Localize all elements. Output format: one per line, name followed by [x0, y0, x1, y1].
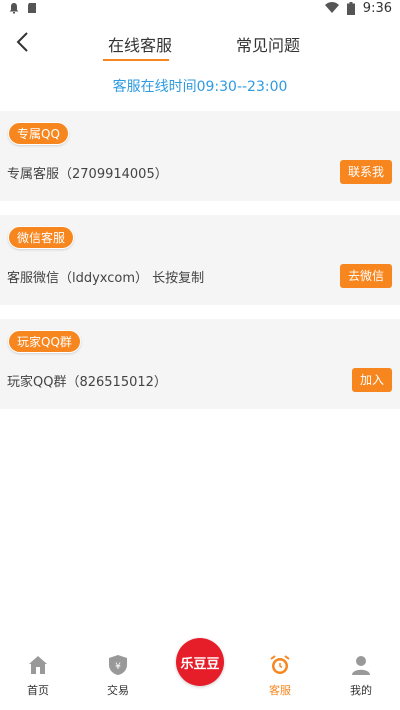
card-badge: 专属QQ: [8, 122, 69, 145]
card-badge: 玩家QQ群: [8, 330, 81, 353]
status-time: 9:36: [362, 0, 392, 16]
tab-online-service[interactable]: 在线客服: [108, 32, 172, 56]
go-wechat-button[interactable]: 去微信: [339, 264, 392, 288]
center-logo-button[interactable]: 乐豆豆: [176, 638, 224, 686]
status-bar: 9:36: [0, 0, 400, 16]
join-button[interactable]: 加入: [351, 368, 392, 392]
nav-label: 交易: [107, 684, 129, 697]
bottom-nav: 首页 ¥ 交易 乐豆豆 客服 我的: [0, 638, 400, 710]
nav-item-home[interactable]: 首页: [13, 654, 63, 698]
card-wechat-service: 微信客服 客服微信（lddyxcom） 长按复制 去微信: [0, 215, 400, 305]
back-arrow-icon[interactable]: [12, 30, 34, 54]
wifi-icon: [324, 2, 339, 13]
svg-text:¥: ¥: [115, 662, 121, 672]
nav-label: 我的: [350, 684, 372, 697]
shield-yen-icon: ¥: [109, 655, 127, 675]
card-description[interactable]: 客服微信（lddyxcom） 长按复制: [7, 267, 204, 286]
nav-label: 首页: [27, 684, 49, 697]
card-badge: 微信客服: [8, 226, 75, 249]
header: 在线客服 常见问题: [0, 22, 400, 64]
card-description: 玩家QQ群（826515012）: [7, 375, 167, 390]
contact-me-button[interactable]: 联系我: [339, 160, 392, 184]
card-player-qq-group: 玩家QQ群 玩家QQ群（826515012） 加入: [0, 319, 400, 409]
sd-card-icon: [28, 3, 36, 13]
tab-faq[interactable]: 常见问题: [236, 32, 300, 56]
nav-label: 客服: [269, 684, 291, 697]
battery-icon: [346, 1, 355, 15]
notification-bell-icon: [9, 3, 19, 14]
tab-active-indicator: [103, 59, 169, 61]
alarm-clock-icon: [270, 655, 290, 674]
notification-icons: [8, 2, 38, 14]
service-hours: 客服在线时间09:30--23:00: [112, 79, 288, 95]
home-icon: [29, 656, 47, 674]
person-icon: [352, 656, 370, 675]
nav-item-mine[interactable]: 我的: [336, 654, 386, 698]
card-exclusive-qq: 专属QQ 专属客服（2709914005） 联系我: [0, 111, 400, 201]
nav-item-service[interactable]: 客服: [255, 654, 305, 698]
nav-item-trade[interactable]: ¥ 交易: [93, 654, 143, 698]
card-description: 专属客服（2709914005）: [7, 167, 168, 182]
